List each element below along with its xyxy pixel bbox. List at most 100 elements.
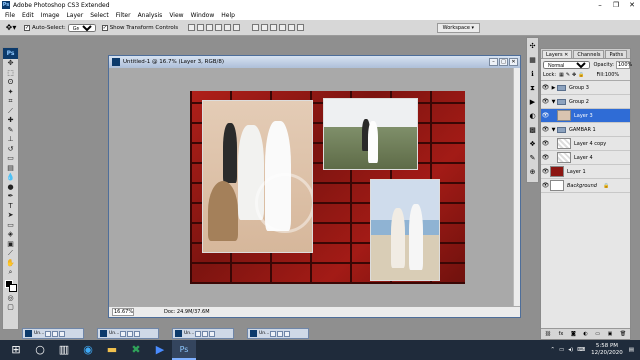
align-bottom-icon[interactable] — [206, 24, 214, 31]
visibility-eye-icon[interactable]: 👁 — [541, 154, 550, 161]
color-swatches[interactable] — [3, 278, 18, 294]
search-icon[interactable]: ○ — [28, 340, 52, 360]
layer-row-layer-4-copy[interactable]: 👁 Layer 4 copy — [541, 137, 630, 151]
screen-mode-icon[interactable]: ▢ — [3, 303, 18, 313]
menu-filter[interactable]: Filter — [116, 12, 131, 19]
lock-paint-icon[interactable]: ✎ — [566, 72, 570, 78]
layer-row-layer-3[interactable]: 👁 Layer 3 — [541, 109, 630, 123]
menu-edit[interactable]: Edit — [22, 12, 34, 19]
clone-source-icon[interactable]: ⊕ — [527, 167, 538, 178]
layer-row-layer-1[interactable]: 👁 Layer 1 — [541, 165, 630, 179]
visibility-eye-icon[interactable]: 👁 — [541, 182, 550, 189]
lasso-tool-icon[interactable]: ʘ — [3, 78, 18, 88]
maximize-doc-button[interactable] — [202, 330, 209, 337]
minimized-document[interactable]: Un... — [172, 328, 234, 339]
restore-doc-button[interactable] — [270, 330, 277, 337]
menu-layer[interactable]: Layer — [66, 12, 83, 19]
menu-help[interactable]: Help — [221, 12, 235, 19]
path-select-icon[interactable]: ➤ — [3, 211, 18, 221]
layer-row-gambar-1[interactable]: 👁 ▼ GAMBAR 1 — [541, 123, 630, 137]
crop-tool-icon[interactable]: ⌗ — [3, 97, 18, 107]
close-doc-button[interactable] — [134, 330, 141, 337]
notifications-icon[interactable]: ▤ — [629, 347, 634, 353]
doc-close-button[interactable]: ✕ — [509, 58, 518, 66]
dodge-tool-icon[interactable]: ● — [3, 183, 18, 193]
layer-style-icon[interactable]: fx — [559, 331, 564, 337]
pen-tool-icon[interactable]: ✒ — [3, 192, 18, 202]
zoom-tool-icon[interactable]: ⌕ — [3, 268, 18, 278]
actions-icon[interactable]: ▶ — [527, 97, 538, 108]
show-transform-checkbox[interactable] — [101, 24, 108, 31]
close-doc-button[interactable] — [59, 330, 66, 337]
blur-tool-icon[interactable]: 💧 — [3, 173, 18, 183]
layer-row-group-3[interactable]: 👁 ▶ Group 3 — [541, 81, 630, 95]
new-layer-icon[interactable]: ▣ — [608, 331, 613, 337]
distribute-left-icon[interactable] — [279, 24, 287, 31]
marquee-tool-icon[interactable]: ⬚ — [3, 69, 18, 79]
maximize-doc-button[interactable] — [277, 330, 284, 337]
background-color[interactable] — [9, 283, 17, 292]
visibility-eye-icon[interactable]: 👁 — [541, 84, 550, 91]
3d-tool-icon[interactable]: ◈ — [3, 230, 18, 240]
menu-analysis[interactable]: Analysis — [138, 12, 163, 19]
zoom-level-field[interactable]: 16.67% — [112, 308, 134, 316]
navigator-icon[interactable]: ✣ — [527, 41, 538, 52]
minimized-document[interactable]: Un... — [247, 328, 309, 339]
layer-row-layer-4[interactable]: 👁 Layer 4 — [541, 151, 630, 165]
minimized-document[interactable]: Un... — [22, 328, 84, 339]
close-button[interactable]: ✕ — [624, 0, 640, 10]
fill-field[interactable]: 100% — [605, 72, 619, 78]
layer-row-group-2[interactable]: 👁 ▼ Group 2 — [541, 95, 630, 109]
gradient-tool-icon[interactable]: ▤ — [3, 164, 18, 174]
magic-wand-icon[interactable]: ✦ — [3, 88, 18, 98]
history-brush-icon[interactable]: ↺ — [3, 145, 18, 155]
eyedropper-icon[interactable]: ⟋ — [3, 249, 18, 259]
close-doc-button[interactable] — [209, 330, 216, 337]
edge-browser-icon[interactable]: ◉ — [76, 340, 100, 360]
network-icon[interactable]: ▭ — [559, 347, 564, 353]
distribute-top-icon[interactable] — [252, 24, 260, 31]
opacity-field[interactable]: 100% — [616, 60, 632, 69]
delete-layer-icon[interactable]: 🗑 — [620, 331, 626, 337]
lock-transparency-icon[interactable]: ▦ — [559, 72, 564, 78]
photo-couple-beach[interactable] — [370, 179, 440, 281]
brushes-icon[interactable]: ✎ — [527, 153, 538, 164]
minimized-document[interactable]: Un... — [97, 328, 159, 339]
restore-doc-button[interactable] — [45, 330, 52, 337]
distribute-bottom-icon[interactable] — [270, 24, 278, 31]
brush-tool-icon[interactable]: ✎ — [3, 126, 18, 136]
color-icon[interactable]: ◐ — [527, 111, 538, 122]
align-top-icon[interactable] — [188, 24, 196, 31]
align-middle-icon[interactable] — [197, 24, 205, 31]
clone-stamp-icon[interactable]: ⊥ — [3, 135, 18, 145]
tab-layers[interactable]: Layers ✕ — [542, 50, 573, 58]
align-left-icon[interactable] — [215, 24, 223, 31]
auto-select-checkbox[interactable] — [24, 24, 30, 31]
type-tool-icon[interactable]: T — [3, 202, 18, 212]
visibility-eye-icon[interactable]: 👁 — [541, 98, 550, 105]
image-canvas[interactable] — [190, 91, 465, 284]
tab-channels[interactable]: Channels — [573, 50, 605, 58]
tab-paths[interactable]: Paths — [605, 50, 628, 58]
distribute-center-icon[interactable] — [261, 24, 269, 31]
menu-view[interactable]: View — [169, 12, 183, 19]
volume-icon[interactable]: ◂) — [568, 347, 573, 353]
add-mask-icon[interactable]: ◙ — [571, 331, 576, 337]
healing-brush-icon[interactable]: ✚ — [3, 116, 18, 126]
distribute-hcenter-icon[interactable] — [288, 24, 296, 31]
swatches-icon[interactable]: ▩ — [527, 125, 538, 136]
keyboard-icon[interactable]: ⌨ — [577, 347, 585, 353]
histogram-icon[interactable]: ▦ — [527, 55, 538, 66]
collapse-triangle-icon[interactable]: ▼ — [550, 127, 557, 133]
file-explorer-icon[interactable]: ▬ — [100, 340, 124, 360]
maximize-doc-button[interactable] — [127, 330, 134, 337]
eraser-tool-icon[interactable]: ▭ — [3, 154, 18, 164]
restore-button[interactable]: ❐ — [608, 0, 624, 10]
align-center-icon[interactable] — [224, 24, 232, 31]
media-player-icon[interactable]: ▶ — [148, 340, 172, 360]
photo-couple-field[interactable] — [323, 98, 418, 170]
excel-icon[interactable]: ✖ — [124, 340, 148, 360]
close-doc-button[interactable] — [284, 330, 291, 337]
task-view-icon[interactable]: ▥ — [52, 340, 76, 360]
restore-doc-button[interactable] — [120, 330, 127, 337]
